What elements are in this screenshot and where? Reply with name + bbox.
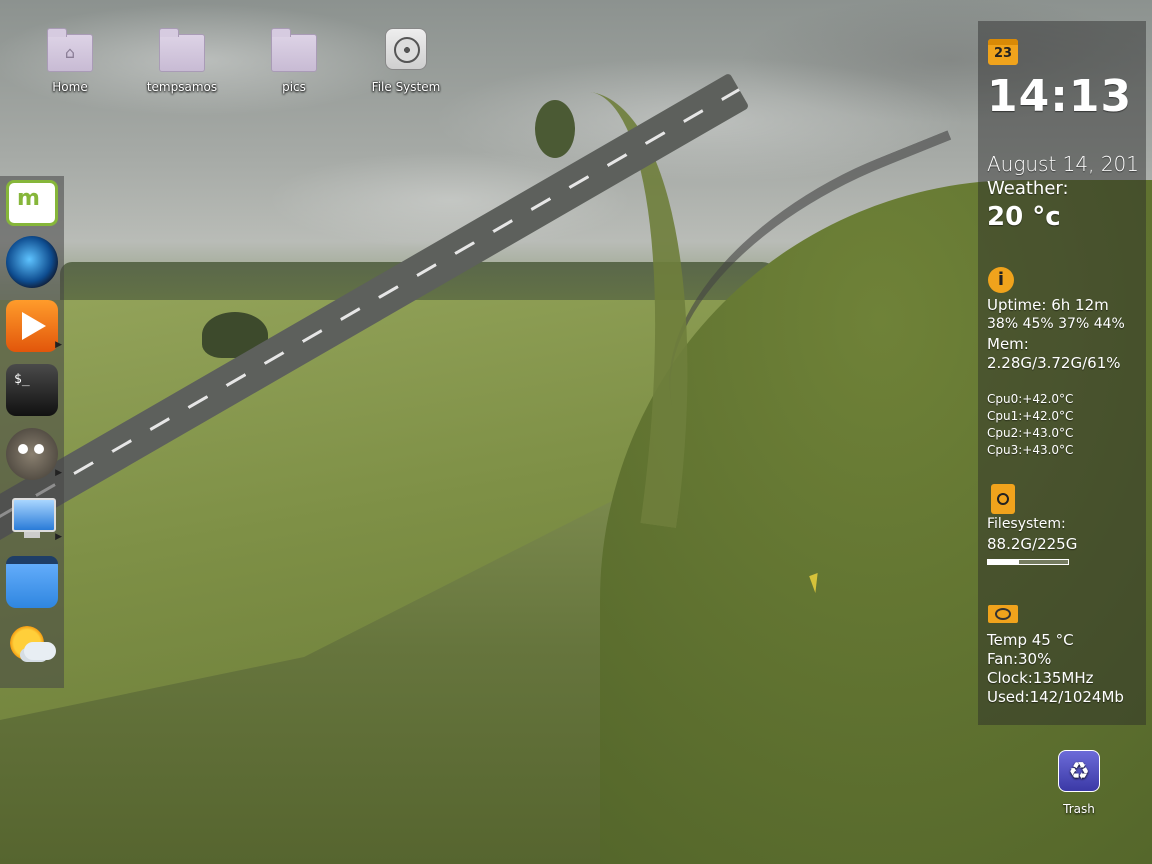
weather-label: Weather: — [987, 178, 1069, 199]
gimp-eye — [34, 444, 44, 454]
conky-panel: 23 14:13 August 14, 201 Weather: 20 °c i… — [978, 21, 1146, 725]
dock-item-terminal[interactable]: $_ — [6, 364, 58, 416]
dock-item-gimp[interactable]: ▶ — [6, 428, 62, 480]
running-indicator-icon: ▶ — [55, 532, 62, 542]
mint-logo-icon: m — [17, 186, 40, 211]
clock-date: August 14, 201 — [987, 152, 1139, 176]
gpu-fan: Fan:30% — [987, 650, 1052, 668]
uptime: Uptime: 6h 12m — [987, 296, 1109, 314]
desktop-icon-tempsamos[interactable]: tempsamos — [132, 28, 232, 94]
filesystem-value: 88.2G/225G — [987, 535, 1078, 553]
cpu-temp: Cpu3:+43.0°C — [987, 443, 1074, 457]
desktop-icon-trash[interactable]: ♻ Trash — [1044, 750, 1114, 816]
desktop-icon-label: File System — [371, 80, 441, 94]
clock-time: 14:13 — [987, 71, 1133, 122]
dock-item-thunderbird[interactable] — [6, 236, 58, 288]
trash-icon: ♻ — [1058, 750, 1100, 792]
info-icon: i — [988, 267, 1014, 293]
gpu-temp: Temp 45 °C — [987, 631, 1074, 649]
trash-label: Trash — [1063, 802, 1095, 816]
calendar-day: 23 — [993, 46, 1013, 61]
filesystem-usage-fill — [988, 560, 1020, 564]
recycle-icon: ♻ — [1068, 757, 1090, 785]
dock-item-display[interactable]: ▶ — [6, 492, 62, 544]
app-dock: m ▶ $_ ▶ ▶ — [0, 176, 64, 688]
desktop-icon-pics[interactable]: pics — [244, 28, 344, 94]
running-indicator-icon: ▶ — [55, 468, 62, 478]
cpu-temp: Cpu1:+42.0°C — [987, 409, 1074, 423]
wallpaper-tree — [535, 100, 575, 158]
drive-icon — [385, 28, 427, 70]
gimp-icon — [18, 444, 28, 454]
nvidia-icon — [988, 605, 1018, 623]
dock-item-files[interactable] — [6, 556, 58, 608]
running-indicator-icon: ▶ — [55, 340, 62, 350]
disk-icon — [991, 484, 1015, 514]
weather-temperature: 20 °c — [987, 202, 1061, 232]
desktop-icon-label: tempsamos — [146, 80, 218, 94]
mem-value: 2.28G/3.72G/61% — [987, 354, 1121, 372]
home-folder-icon: ⌂ — [47, 28, 93, 72]
gpu-memory: Used:142/1024Mb — [987, 688, 1124, 706]
calendar-icon: 23 — [988, 39, 1018, 65]
desktop-icon-file-system[interactable]: File System — [356, 28, 456, 94]
play-icon — [22, 312, 46, 340]
cpu-temp: Cpu2:+43.0°C — [987, 426, 1074, 440]
terminal-icon: $_ — [14, 372, 30, 387]
dock-item-vlc[interactable]: ▶ — [6, 300, 62, 352]
dock-item-mint-menu[interactable]: m — [6, 180, 58, 226]
monitor-stand — [24, 532, 40, 538]
desktop-icon-home[interactable]: ⌂ Home — [20, 28, 120, 94]
filesystem-label: Filesystem: — [987, 516, 1066, 532]
desktop-icon-label: pics — [282, 80, 306, 94]
cpu-usage: 38% 45% 37% 44% — [987, 316, 1125, 332]
gpu-clock: Clock:135MHz — [987, 669, 1094, 687]
dock-item-weather[interactable] — [6, 620, 58, 672]
cpu-temp: Cpu0:+42.0°C — [987, 392, 1074, 406]
monitor-icon — [12, 498, 56, 532]
cloud-icon — [24, 642, 56, 660]
mem-label: Mem: — [987, 335, 1029, 353]
desktop-icon-label: Home — [52, 80, 88, 94]
folder-icon — [159, 28, 205, 72]
folder-icon — [271, 28, 317, 72]
filesystem-usage-bar — [987, 559, 1069, 565]
